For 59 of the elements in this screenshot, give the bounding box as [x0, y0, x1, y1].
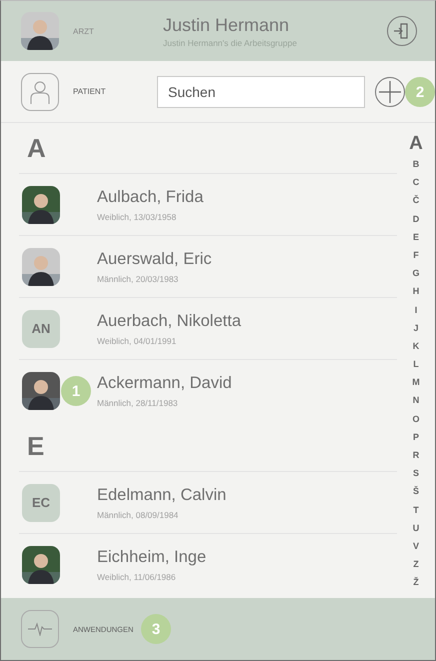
index-letter[interactable]: H	[412, 282, 420, 300]
index-letter[interactable]: D	[412, 210, 420, 228]
patient-row[interactable]: Eichheim, Inge Weiblich, 11/06/1986	[19, 533, 397, 595]
section-letter: A	[27, 132, 46, 164]
index-letter[interactable]: Z	[413, 555, 419, 574]
patient-row[interactable]: Ackermann, David Männlich, 28/11/1983 1	[19, 359, 397, 421]
search-field[interactable]: Suchen	[157, 76, 365, 108]
index-letter[interactable]: T	[413, 500, 419, 519]
index-letter[interactable]: L	[413, 355, 419, 374]
index-letter[interactable]: N	[412, 391, 420, 410]
patient-details: Männlich, 08/09/1984	[97, 510, 180, 520]
index-letter[interactable]: F	[413, 246, 419, 264]
patient-name: Aulbach, Frida	[97, 188, 204, 206]
index-letter[interactable]: G	[412, 264, 420, 282]
index-letter[interactable]: E	[412, 228, 419, 246]
index-letter[interactable]: Š	[412, 482, 419, 501]
patient-name: Edelmann, Calvin	[97, 486, 226, 504]
patient-details: Weiblich, 04/01/1991	[97, 336, 178, 346]
pulse-icon[interactable]	[21, 610, 59, 648]
step-marker: 3	[141, 614, 171, 644]
index-letter[interactable]: I	[414, 300, 418, 319]
index-letter[interactable]: Č	[412, 191, 420, 210]
patient-details: Weiblich, 13/03/1958	[97, 212, 178, 222]
index-letter[interactable]: Ž	[413, 573, 419, 592]
index-letter[interactable]: J	[413, 318, 418, 337]
step-marker: 1	[61, 376, 91, 406]
index-letter[interactable]: V	[412, 536, 419, 556]
patient-initials: AN	[22, 310, 60, 348]
index-letter[interactable]: A	[409, 133, 423, 155]
index-letter[interactable]: C	[412, 173, 420, 192]
role-label: ARZT	[73, 26, 95, 36]
index-letter[interactable]: O	[412, 410, 420, 428]
index-letter[interactable]: R	[412, 446, 420, 464]
patient-row[interactable]: Aulbach, Frida Weiblich, 13/03/1958	[19, 173, 397, 235]
index-letter[interactable]: K	[412, 336, 420, 356]
patient-initials: EC	[22, 484, 60, 522]
logout-button[interactable]	[387, 16, 417, 46]
index-letter[interactable]: P	[412, 428, 419, 446]
index-letter[interactable]: U	[412, 518, 420, 537]
patient-row[interactable]: EC Edelmann, Calvin Männlich, 08/09/1984	[19, 471, 397, 533]
section-letter: E	[27, 430, 44, 462]
patient-label: PATIENT	[73, 87, 107, 96]
add-button[interactable]	[375, 76, 405, 106]
index-letter[interactable]: M	[412, 373, 420, 392]
index-letter[interactable]: B	[412, 155, 420, 174]
patient-name: Eichheim, Inge	[97, 548, 206, 566]
patient-name: Auerbach, Nikoletta	[97, 312, 241, 330]
patient-name: Ackermann, David	[97, 374, 232, 392]
patient-row[interactable]: Auerswald, Eric Männlich, 20/03/1983	[19, 235, 397, 297]
patient-details: Weiblich, 11/06/1986	[97, 572, 177, 582]
patient-details: Männlich, 20/03/1983	[97, 274, 180, 284]
patient-name: Auerswald, Eric	[97, 250, 212, 268]
patient-row[interactable]: AN Auerbach, Nikoletta Weiblich, 04/01/1991	[19, 297, 397, 359]
patient-icon	[21, 72, 59, 110]
step-marker: 2	[405, 77, 435, 107]
plus-icon	[379, 80, 401, 102]
doctor-name: Justin Hermann	[163, 14, 290, 36]
patient-details: Männlich, 28/11/1983	[97, 398, 179, 408]
index-letter[interactable]: S	[412, 464, 419, 482]
